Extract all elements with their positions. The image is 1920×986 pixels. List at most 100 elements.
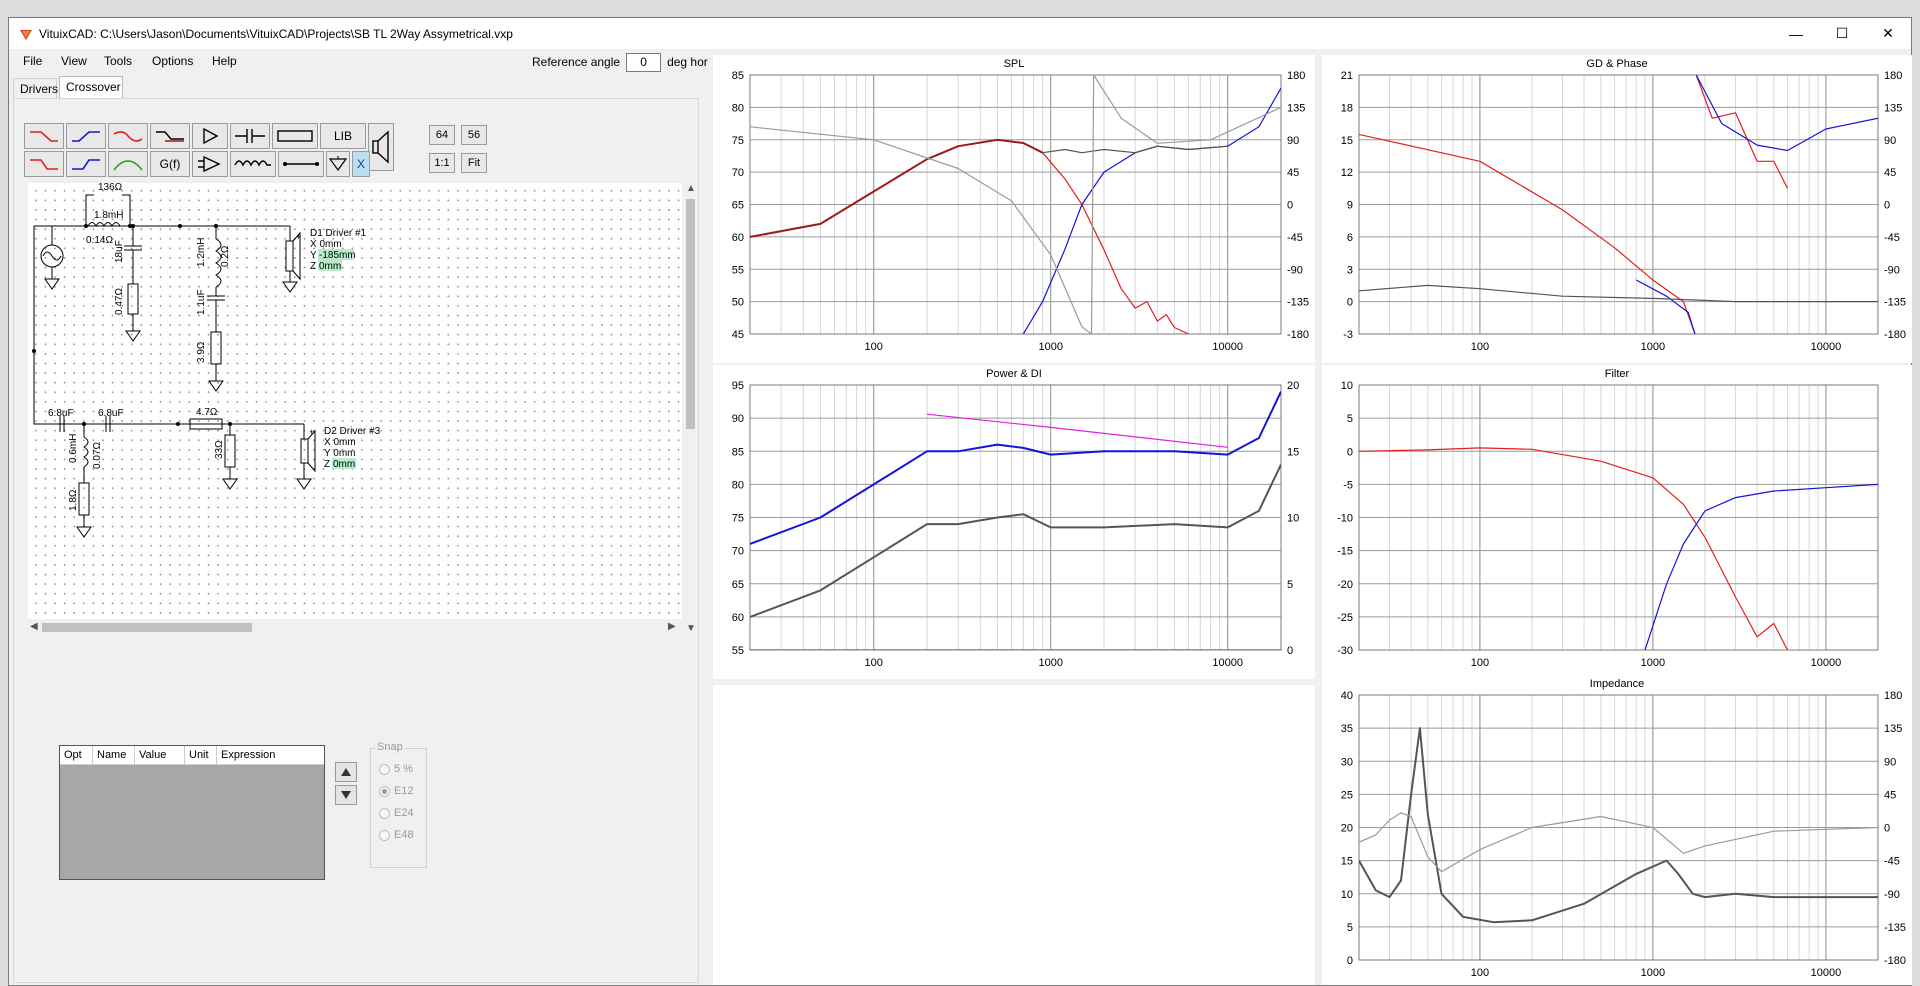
y-tick-label: 55 [732, 645, 744, 657]
series-line [750, 391, 1281, 545]
menu-options[interactable]: Options [152, 54, 193, 68]
bandpass-green-icon [113, 160, 143, 171]
transfer-function-button[interactable]: G(f) [150, 151, 190, 177]
column-expression[interactable]: Expression [217, 746, 322, 764]
filter-chart-panel[interactable]: Filter -30 -25 -20 -15 -10 -5 0 5 10 100 1000 10000 [1322, 365, 1912, 679]
summing-amp-button[interactable] [192, 151, 228, 177]
series-group [1359, 727, 1878, 924]
crossover-schematic: 136Ω 1.8mH 0.14Ω 18uF 0.47Ω 1.2mH 0.2Ω 1… [32, 183, 381, 538]
library-button[interactable]: LIB [320, 123, 366, 149]
menu-tools[interactable]: Tools [104, 54, 132, 68]
snap-option-5pct[interactable]: 5 % [379, 763, 413, 775]
tab-crossover[interactable]: Crossover [59, 76, 123, 98]
highpass-2nd-button[interactable] [66, 151, 106, 177]
r5-label: 1.8Ω [68, 489, 79, 511]
radio-e48[interactable] [379, 829, 390, 841]
x-tick-label: 10000 [1811, 657, 1842, 669]
scroll-right-arrow[interactable]: ▶ [668, 621, 676, 632]
radio-e12[interactable] [379, 785, 390, 797]
zoom-64-button[interactable]: 64 [429, 125, 455, 145]
grid [1358, 694, 1879, 961]
move-down-button[interactable] [335, 785, 357, 805]
y-tick-label: 65 [732, 200, 744, 212]
ground-button[interactable] [326, 151, 350, 177]
lowpass-2nd-button[interactable] [24, 151, 64, 177]
power-di-chart-panel[interactable]: Power & DI 55 60 65 70 75 80 85 90 95 0 5 10 15 20 100… [713, 365, 1315, 679]
spl-chart: 45 50 55 60 65 70 75 80 85 -180 -135 -90 -45 0 45 90 135… [732, 70, 1309, 353]
bandpass-button[interactable] [108, 123, 148, 149]
shelf-button[interactable] [150, 123, 190, 149]
highpass-1st-button[interactable] [66, 123, 106, 149]
column-name[interactable]: Name [93, 746, 135, 764]
column-opt[interactable]: Opt [60, 746, 93, 764]
y-tick-label: 80 [732, 479, 744, 491]
notch-button[interactable] [108, 151, 148, 177]
y2-tick-label: 0 [1884, 823, 1890, 835]
menu-help[interactable]: Help [212, 54, 237, 68]
scroll-up-arrow[interactable]: ▲ [686, 183, 696, 194]
radio-e24[interactable] [379, 807, 390, 819]
ground-icon [328, 156, 348, 172]
vituixcad-logo-icon [20, 30, 32, 40]
radio-5pct[interactable] [379, 763, 390, 775]
amplifier-button[interactable] [192, 123, 228, 149]
maximize-button[interactable]: ☐ [1819, 18, 1865, 49]
c2-label: 1.1uF [196, 289, 207, 315]
x-tick-label: 100 [1471, 967, 1489, 979]
zoom-56-button[interactable]: 56 [461, 125, 487, 145]
snap-option-e48[interactable]: E48 [379, 829, 414, 841]
capacitor-button[interactable] [230, 123, 270, 149]
inductor-button[interactable] [230, 151, 276, 177]
y2-tick-label: -135 [1884, 922, 1906, 934]
resistor-button[interactable] [272, 123, 318, 149]
menu-view[interactable]: View [61, 54, 87, 68]
snap-option-e24[interactable]: E24 [379, 807, 414, 819]
minimize-button[interactable]: — [1773, 18, 1819, 49]
y2-tick-label: 5 [1287, 579, 1293, 591]
y2-tick-label: 90 [1884, 135, 1896, 147]
gd-phase-chart-panel[interactable]: GD & Phase -3 0 3 6 9 12 15 18 21 -180 -135 -90 -45 0… [1322, 55, 1912, 363]
driver1-y-value: -185mm [319, 250, 356, 261]
highpass-blue-icon [72, 131, 100, 142]
y2-tick-label: 90 [1287, 135, 1299, 147]
wire-button[interactable] [278, 151, 324, 177]
r2-label: 0.47Ω [114, 288, 125, 315]
l1-label: 1.8mH [94, 210, 123, 221]
scroll-down-arrow[interactable]: ▼ [686, 623, 696, 634]
menu-file[interactable]: File [23, 54, 42, 68]
y-tick-label: 95 [732, 380, 744, 392]
impedance-chart-panel[interactable]: Impedance 0 5 10 15 20 25 30 35 40 -180 -135 -90 -45… [1322, 675, 1912, 985]
schematic-vertical-scrollbar[interactable]: ▲ ▼ [682, 183, 698, 635]
horizontal-scroll-thumb[interactable] [42, 623, 252, 632]
reference-angle-input[interactable]: 0 [626, 52, 662, 72]
resistor-icon [277, 130, 313, 142]
r3-label: 3.9Ω [196, 341, 207, 363]
y-tick-label: 10 [1341, 380, 1353, 392]
zoom-fit-button[interactable]: Fit [461, 153, 487, 173]
vertical-scroll-thumb[interactable] [686, 199, 695, 429]
column-unit[interactable]: Unit [185, 746, 217, 764]
schematic-horizontal-scrollbar[interactable]: ◀ ▶ [28, 619, 682, 635]
highpass-steep-icon [72, 159, 100, 170]
y-tick-label: 0 [1347, 955, 1353, 967]
tab-drivers[interactable]: Drivers [13, 78, 58, 98]
spl-chart-panel[interactable]: SPL 45 50 55 60 65 70 75 80 85 -180 -135 -90 -45 0 45 9… [713, 55, 1315, 363]
x-tick-label: 100 [1471, 341, 1489, 353]
delete-button[interactable]: X [352, 151, 370, 177]
variables-table[interactable]: Opt Name Value Unit Expression [59, 745, 325, 880]
close-button[interactable]: ✕ [1865, 18, 1911, 49]
y-tick-label: 75 [732, 135, 744, 147]
title-bar[interactable]: VituixCAD: C:\Users\Jason\Documents\Vitu… [9, 18, 1911, 49]
move-up-button[interactable] [335, 762, 357, 782]
driver-button[interactable] [368, 123, 394, 171]
schematic-canvas[interactable]: 136Ω 1.8mH 0.14Ω 18uF 0.47Ω 1.2mH 0.2Ω 1… [28, 183, 682, 619]
snap-option-e12[interactable]: E12 [379, 785, 414, 797]
app-window: VituixCAD: C:\Users\Jason\Documents\Vitu… [8, 17, 1912, 986]
scroll-left-arrow[interactable]: ◀ [30, 621, 38, 632]
speaker-icon [372, 130, 389, 164]
series-group [750, 391, 1281, 650]
zoom-1to1-button[interactable]: 1:1 [429, 153, 455, 173]
y-tick-label: 0 [1347, 297, 1353, 309]
lowpass-1st-button[interactable] [24, 123, 64, 149]
column-value[interactable]: Value [135, 746, 185, 764]
